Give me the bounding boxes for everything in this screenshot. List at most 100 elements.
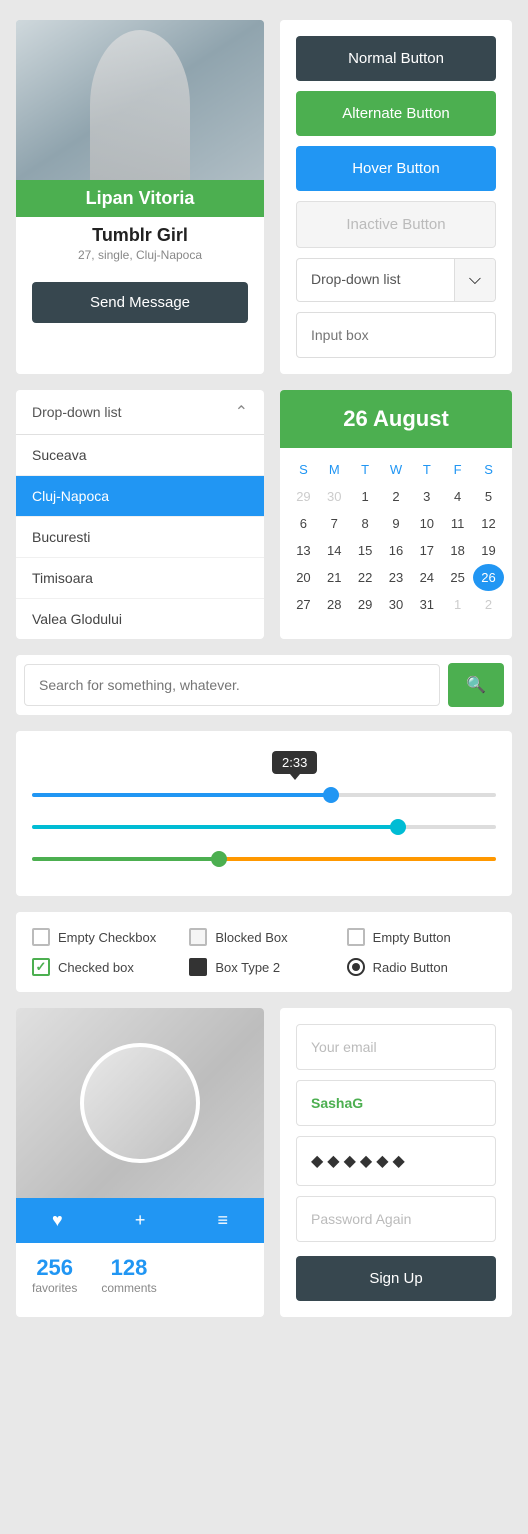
cal-cell[interactable]: 30 <box>319 483 350 510</box>
cal-cell[interactable]: 11 <box>442 510 473 537</box>
dropdown-item-cluj[interactable]: Cluj-Napoca <box>16 476 264 517</box>
calendar-body: S M T W T F S 29 30 1 <box>280 448 512 626</box>
cal-cell[interactable]: 12 <box>473 510 504 537</box>
slider2[interactable] <box>32 825 496 829</box>
buttons-card: Normal Button Alternate Button Hover But… <box>280 20 512 374</box>
favorites-stat: 256 favorites <box>32 1255 77 1295</box>
box-type-label: Box Type 2 <box>215 960 280 975</box>
dropdown-row[interactable]: Drop-down list ⌵ <box>296 258 496 302</box>
second-row: Drop-down list ⌃ Suceava Cluj-Napoca Buc… <box>16 390 512 639</box>
gallery-image <box>16 1008 264 1198</box>
search-input[interactable] <box>24 664 440 706</box>
inactive-button: Inactive Button <box>296 201 496 248</box>
gallery-heart-button[interactable]: ♥ <box>52 1210 63 1231</box>
slider1[interactable] <box>32 793 496 797</box>
cal-cell[interactable]: 19 <box>473 537 504 564</box>
radio-button-item: Radio Button <box>347 958 496 976</box>
cal-cell[interactable]: 5 <box>473 483 504 510</box>
checked-box-box[interactable]: ✓ <box>32 958 50 976</box>
cal-cell[interactable]: 8 <box>350 510 381 537</box>
search-button[interactable]: 🔍 <box>448 663 504 707</box>
profile-name: Lipan Vitoria <box>86 188 195 208</box>
empty-button-label: Empty Button <box>373 930 451 945</box>
dropdown-item-bucuresti[interactable]: Bucuresti <box>16 517 264 558</box>
comments-label: comments <box>101 1281 156 1295</box>
cal-cell[interactable]: 2 <box>381 483 412 510</box>
cal-cell[interactable]: 9 <box>381 510 412 537</box>
cal-day-t2: T <box>411 456 442 483</box>
cal-cell[interactable]: 29 <box>350 591 381 618</box>
cal-cell[interactable]: 6 <box>288 510 319 537</box>
cal-cell[interactable]: 20 <box>288 564 319 591</box>
cal-cell[interactable]: 3 <box>411 483 442 510</box>
cal-cell[interactable]: 22 <box>350 564 381 591</box>
cal-cell[interactable]: 21 <box>319 564 350 591</box>
cal-cell[interactable]: 16 <box>381 537 412 564</box>
favorites-count: 256 <box>32 1255 77 1281</box>
cal-cell[interactable]: 14 <box>319 537 350 564</box>
cal-cell-today[interactable]: 26 <box>473 564 504 591</box>
gallery-stats: 256 favorites 128 comments <box>16 1243 264 1307</box>
cal-cell[interactable]: 27 <box>288 591 319 618</box>
dropdown-arrow-icon[interactable]: ⌵ <box>454 259 495 301</box>
checked-box-item: ✓ Checked box <box>32 958 181 976</box>
cal-cell[interactable]: 15 <box>350 537 381 564</box>
empty-checkbox-item: Empty Checkbox <box>32 928 181 946</box>
box-type2-box[interactable] <box>189 958 207 976</box>
input-box[interactable] <box>296 312 496 358</box>
sign-up-button[interactable]: Sign Up <box>296 1256 496 1301</box>
cal-cell[interactable]: 13 <box>288 537 319 564</box>
cal-day-t1: T <box>350 456 381 483</box>
gallery-menu-button[interactable]: ≡ <box>217 1210 228 1231</box>
cal-cell[interactable]: 25 <box>442 564 473 591</box>
email-field-placeholder: Your email <box>296 1024 496 1070</box>
radio-button-box[interactable] <box>347 958 365 976</box>
chevron-up-icon: ⌃ <box>235 402 248 422</box>
empty-checkbox-box[interactable] <box>32 928 50 946</box>
cal-cell[interactable]: 7 <box>319 510 350 537</box>
password-field[interactable]: ◆◆◆◆◆◆ <box>296 1136 496 1186</box>
calendar-card: 26 August S M T W T F S <box>280 390 512 639</box>
cal-cell[interactable]: 31 <box>411 591 442 618</box>
cal-cell[interactable]: 30 <box>381 591 412 618</box>
cal-cell[interactable]: 1 <box>350 483 381 510</box>
dropdown-item-timisoara[interactable]: Timisoara <box>16 558 264 599</box>
dropdown-item-suceava[interactable]: Suceava <box>16 435 264 476</box>
cal-cell[interactable]: 24 <box>411 564 442 591</box>
slider3-wrap <box>32 848 496 866</box>
profile-info: Tumblr Girl 27, single, Cluj-Napoca <box>16 217 264 266</box>
slider-tooltip-wrap: 2:33 <box>32 751 496 780</box>
cal-cell[interactable]: 2 <box>473 591 504 618</box>
gallery-plus-button[interactable]: + <box>135 1210 146 1231</box>
slider-tooltip: 2:33 <box>272 751 317 774</box>
cal-day-w: W <box>381 456 412 483</box>
password-again-field[interactable]: Password Again <box>296 1196 496 1242</box>
cal-day-s1: S <box>288 456 319 483</box>
cal-cell[interactable]: 23 <box>381 564 412 591</box>
dropdown-list-header[interactable]: Drop-down list ⌃ <box>16 390 264 435</box>
hover-button[interactable]: Hover Button <box>296 146 496 191</box>
alternate-button[interactable]: Alternate Button <box>296 91 496 136</box>
username-field[interactable]: SashaG <box>296 1080 496 1126</box>
profile-btn-wrap: Send Message <box>16 266 264 339</box>
normal-button[interactable]: Normal Button <box>296 36 496 81</box>
radio-dot-icon <box>352 963 360 971</box>
signup-card: Your email SashaG ◆◆◆◆◆◆ Password Again … <box>280 1008 512 1317</box>
cal-cell[interactable]: 17 <box>411 537 442 564</box>
cal-cell[interactable]: 4 <box>442 483 473 510</box>
blocked-box-item: Blocked Box <box>189 928 338 946</box>
dropdown-item-Valea[interactable]: Valea Glodului <box>16 599 264 639</box>
cal-cell[interactable]: 1 <box>442 591 473 618</box>
cal-cell[interactable]: 29 <box>288 483 319 510</box>
cal-cell[interactable]: 28 <box>319 591 350 618</box>
empty-button-box[interactable] <box>347 928 365 946</box>
slider3[interactable] <box>32 857 496 861</box>
slider2-wrap <box>32 816 496 834</box>
blocked-box-box <box>189 928 207 946</box>
cal-cell[interactable]: 10 <box>411 510 442 537</box>
favorites-label: favorites <box>32 1281 77 1295</box>
cal-cell[interactable]: 18 <box>442 537 473 564</box>
checked-box-label: Checked box <box>58 960 134 975</box>
blocked-box-label: Blocked Box <box>215 930 287 945</box>
send-message-button[interactable]: Send Message <box>32 282 248 323</box>
